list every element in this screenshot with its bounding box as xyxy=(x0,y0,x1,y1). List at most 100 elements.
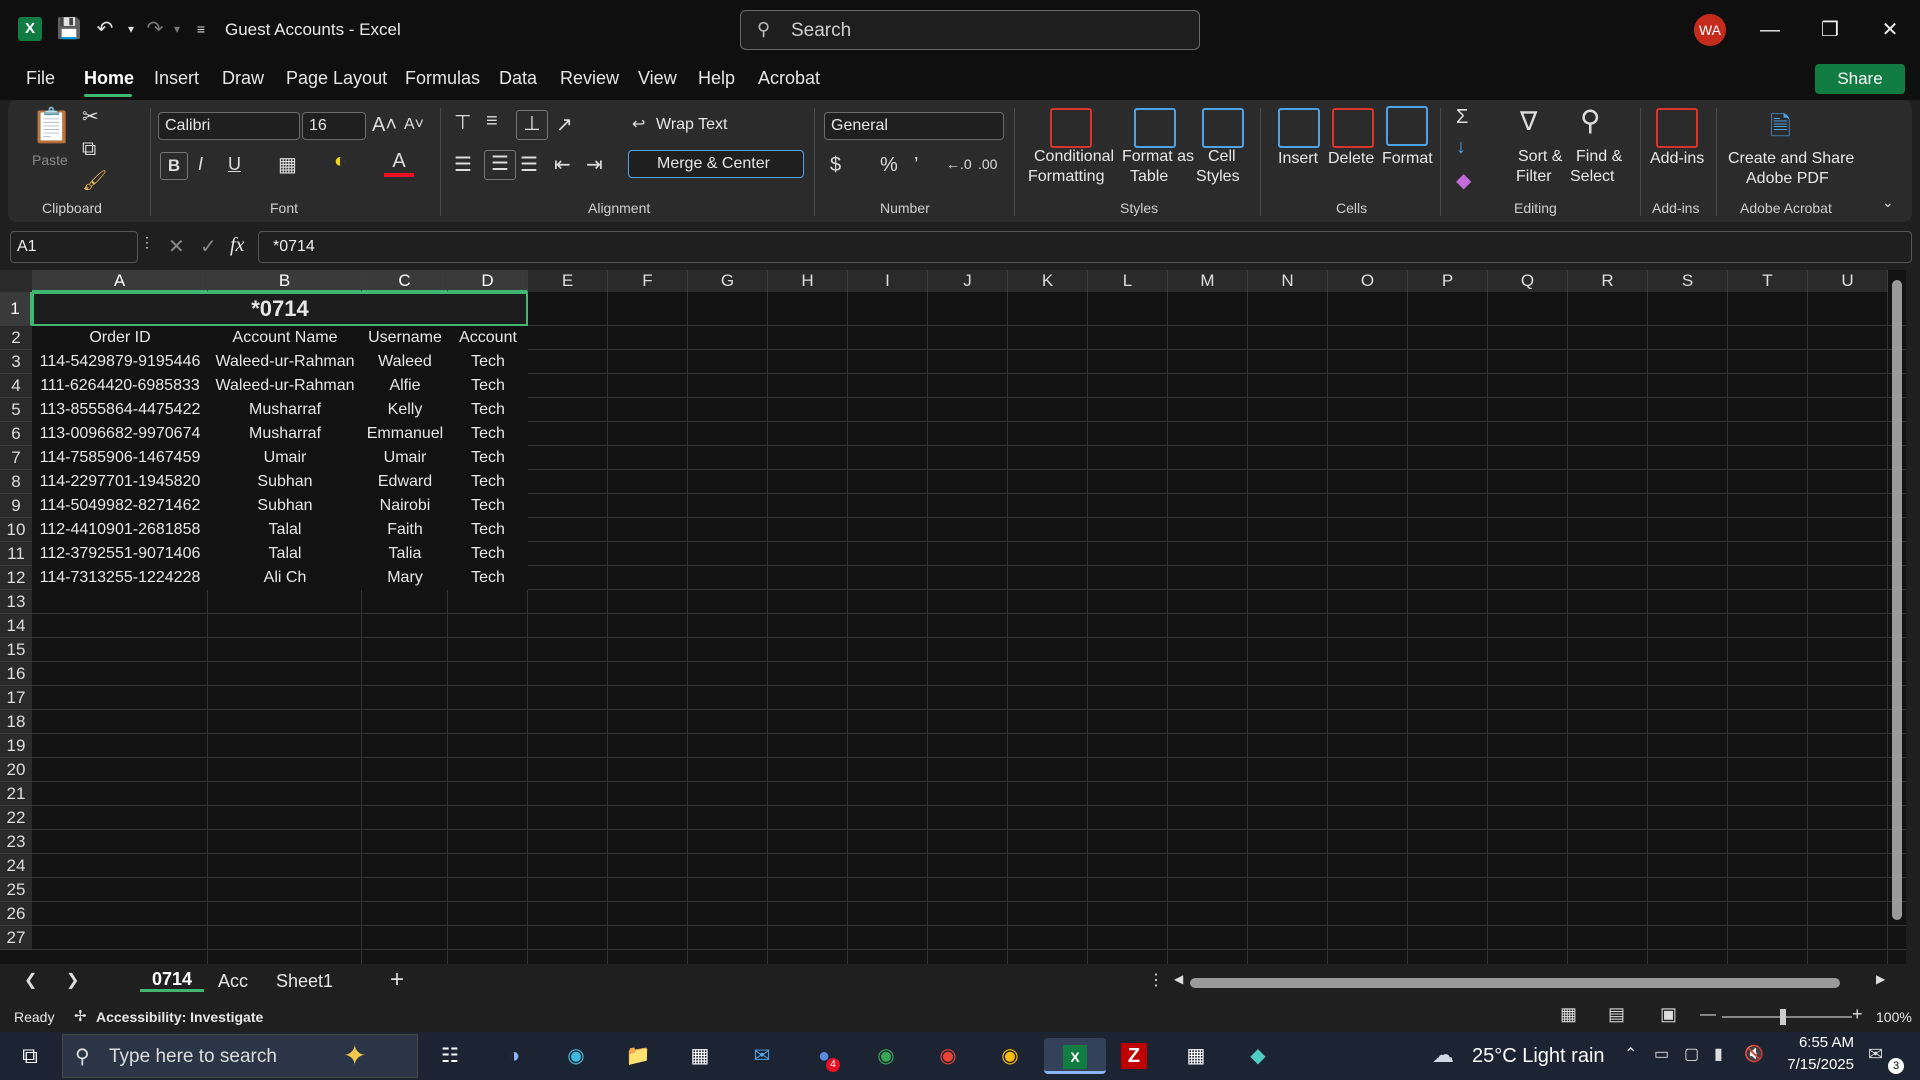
create-share-pdf-label-1[interactable]: Create and Share xyxy=(1728,150,1854,168)
fill-color-icon[interactable]: ◐ xyxy=(334,150,346,173)
table-cell[interactable]: Edward xyxy=(362,470,448,494)
paste-label[interactable]: Paste xyxy=(32,152,68,168)
row-header-22[interactable]: 22 xyxy=(0,806,32,830)
wrap-text-icon[interactable]: ↩ xyxy=(632,114,645,134)
fill-icon[interactable]: ↓ xyxy=(1456,136,1466,159)
autosum-icon[interactable]: Σ xyxy=(1456,106,1468,129)
column-header-t[interactable]: T xyxy=(1728,270,1808,292)
row-header-24[interactable]: 24 xyxy=(0,854,32,878)
column-header-r[interactable]: R xyxy=(1568,270,1648,292)
vertical-scrollbar[interactable] xyxy=(1892,280,1902,920)
column-header-h[interactable]: H xyxy=(768,270,848,292)
store-icon[interactable]: ▦ xyxy=(680,1038,720,1074)
table-cell[interactable]: Tech xyxy=(448,374,528,398)
tab-page-layout[interactable]: Page Layout xyxy=(286,68,387,89)
row-header-3[interactable]: 3 xyxy=(0,350,32,374)
copilot-icon[interactable]: ◑ xyxy=(494,1038,534,1074)
select-all-corner[interactable] xyxy=(0,270,32,292)
format-cells-label[interactable]: Format xyxy=(1382,150,1433,168)
table-cell[interactable]: Tech xyxy=(448,494,528,518)
borders-icon[interactable]: ▦ xyxy=(278,152,297,177)
font-name-select[interactable]: Calibri xyxy=(158,112,300,140)
restore-icon[interactable]: ❐ xyxy=(1810,14,1850,46)
find-select-icon[interactable]: ⚲ xyxy=(1580,104,1601,137)
zoom-out-icon[interactable]: — xyxy=(1700,1006,1716,1024)
column-header-l[interactable]: L xyxy=(1088,270,1168,292)
table-cell[interactable]: Ali Ch xyxy=(208,566,362,590)
header-cell[interactable]: Order ID xyxy=(32,326,208,350)
increase-indent-icon[interactable]: ⇥ xyxy=(586,152,603,177)
row-header-12[interactable]: 12 xyxy=(0,566,32,590)
sort-filter-label-1[interactable]: Sort & xyxy=(1518,148,1562,166)
row-header-2[interactable]: 2 xyxy=(0,326,32,350)
edge-icon[interactable]: ◉ xyxy=(556,1038,596,1074)
row-header-19[interactable]: 19 xyxy=(0,734,32,758)
table-cell[interactable]: 114-7313255-1224228 xyxy=(32,566,208,590)
column-header-e[interactable]: E xyxy=(528,270,608,292)
decrease-decimal-icon[interactable]: .00 xyxy=(978,156,997,172)
sort-filter-icon[interactable]: ∇ xyxy=(1520,106,1537,137)
show-hidden-icons[interactable]: ⌃ xyxy=(1624,1044,1637,1064)
row-header-21[interactable]: 21 xyxy=(0,782,32,806)
column-header-g[interactable]: G xyxy=(688,270,768,292)
share-button[interactable]: Share xyxy=(1815,64,1905,94)
percent-icon[interactable]: % xyxy=(880,154,898,177)
file-explorer-icon[interactable]: 📁 xyxy=(618,1038,658,1074)
cancel-entry-icon[interactable]: ✕ xyxy=(168,234,185,259)
table-cell[interactable]: Waleed-ur-Rahman xyxy=(208,374,362,398)
table-cell[interactable]: Kelly xyxy=(362,398,448,422)
insert-cells-label[interactable]: Insert xyxy=(1278,150,1318,168)
tab-acrobat[interactable]: Acrobat xyxy=(758,68,820,89)
table-cell[interactable]: Musharraf xyxy=(208,422,362,446)
tab-help[interactable]: Help xyxy=(698,68,735,89)
table-cell[interactable]: Tech xyxy=(448,398,528,422)
formula-input[interactable]: *0714 xyxy=(258,231,1912,263)
undo-icon[interactable]: ↶ xyxy=(92,16,118,42)
table-cell[interactable]: Subhan xyxy=(208,470,362,494)
row-header-25[interactable]: 25 xyxy=(0,878,32,902)
copy-icon[interactable]: ⧉ xyxy=(82,138,96,161)
increase-decimal-icon[interactable]: ←.0 xyxy=(946,156,972,172)
table-cell[interactable]: Nairobi xyxy=(362,494,448,518)
zoom-in-icon[interactable]: + xyxy=(1852,1004,1863,1025)
column-header-o[interactable]: O xyxy=(1328,270,1408,292)
table-cell[interactable]: Subhan xyxy=(208,494,362,518)
align-top-icon[interactable]: ⊤ xyxy=(454,110,471,135)
table-cell[interactable]: 113-8555864-4475422 xyxy=(32,398,208,422)
column-header-q[interactable]: Q xyxy=(1488,270,1568,292)
row-header-5[interactable]: 5 xyxy=(0,398,32,422)
table-cell[interactable]: Talia xyxy=(362,542,448,566)
next-sheet-icon[interactable]: ❯ xyxy=(66,970,79,990)
merge-center-button[interactable]: Merge & Center xyxy=(628,150,804,178)
row-header-1[interactable]: 1 xyxy=(0,292,32,326)
display-icon[interactable]: ▭ xyxy=(1654,1044,1669,1064)
create-pdf-icon[interactable]: 🗎 xyxy=(1770,108,1791,152)
table-cell[interactable]: Tech xyxy=(448,542,528,566)
table-cell[interactable]: 112-4410901-2681858 xyxy=(32,518,208,542)
column-header-i[interactable]: I xyxy=(848,270,928,292)
table-cell[interactable]: Waleed xyxy=(362,350,448,374)
row-header-6[interactable]: 6 xyxy=(0,422,32,446)
wrap-text-button[interactable]: Wrap Text xyxy=(656,116,727,134)
taskbar-search[interactable]: ⚲ Type here to search ✦ xyxy=(62,1034,418,1078)
format-as-table-label-1[interactable]: Format as xyxy=(1122,148,1194,166)
undo-dropdown-icon[interactable]: ▾ xyxy=(118,16,144,42)
sheet-tab-sheet1[interactable]: Sheet1 xyxy=(264,968,345,994)
table-cell[interactable]: Faith xyxy=(362,518,448,542)
row-header-11[interactable]: 11 xyxy=(0,542,32,566)
row-header-14[interactable]: 14 xyxy=(0,614,32,638)
align-right-icon[interactable]: ☰ xyxy=(520,152,538,177)
column-header-a[interactable]: A xyxy=(32,270,208,292)
column-header-f[interactable]: F xyxy=(608,270,688,292)
number-format-select[interactable]: General xyxy=(824,112,1004,140)
format-as-table-icon[interactable] xyxy=(1134,108,1176,148)
clear-icon[interactable]: ◆ xyxy=(1456,168,1471,193)
row-header-8[interactable]: 8 xyxy=(0,470,32,494)
table-cell[interactable]: Mary xyxy=(362,566,448,590)
search-box[interactable]: ⚲ Search xyxy=(740,10,1200,50)
column-header-d[interactable]: D xyxy=(448,270,528,292)
find-select-label-2[interactable]: Select xyxy=(1570,168,1614,186)
align-left-icon[interactable]: ☰ xyxy=(454,152,472,177)
table-cell[interactable]: 114-7585906-1467459 xyxy=(32,446,208,470)
row-header-7[interactable]: 7 xyxy=(0,446,32,470)
